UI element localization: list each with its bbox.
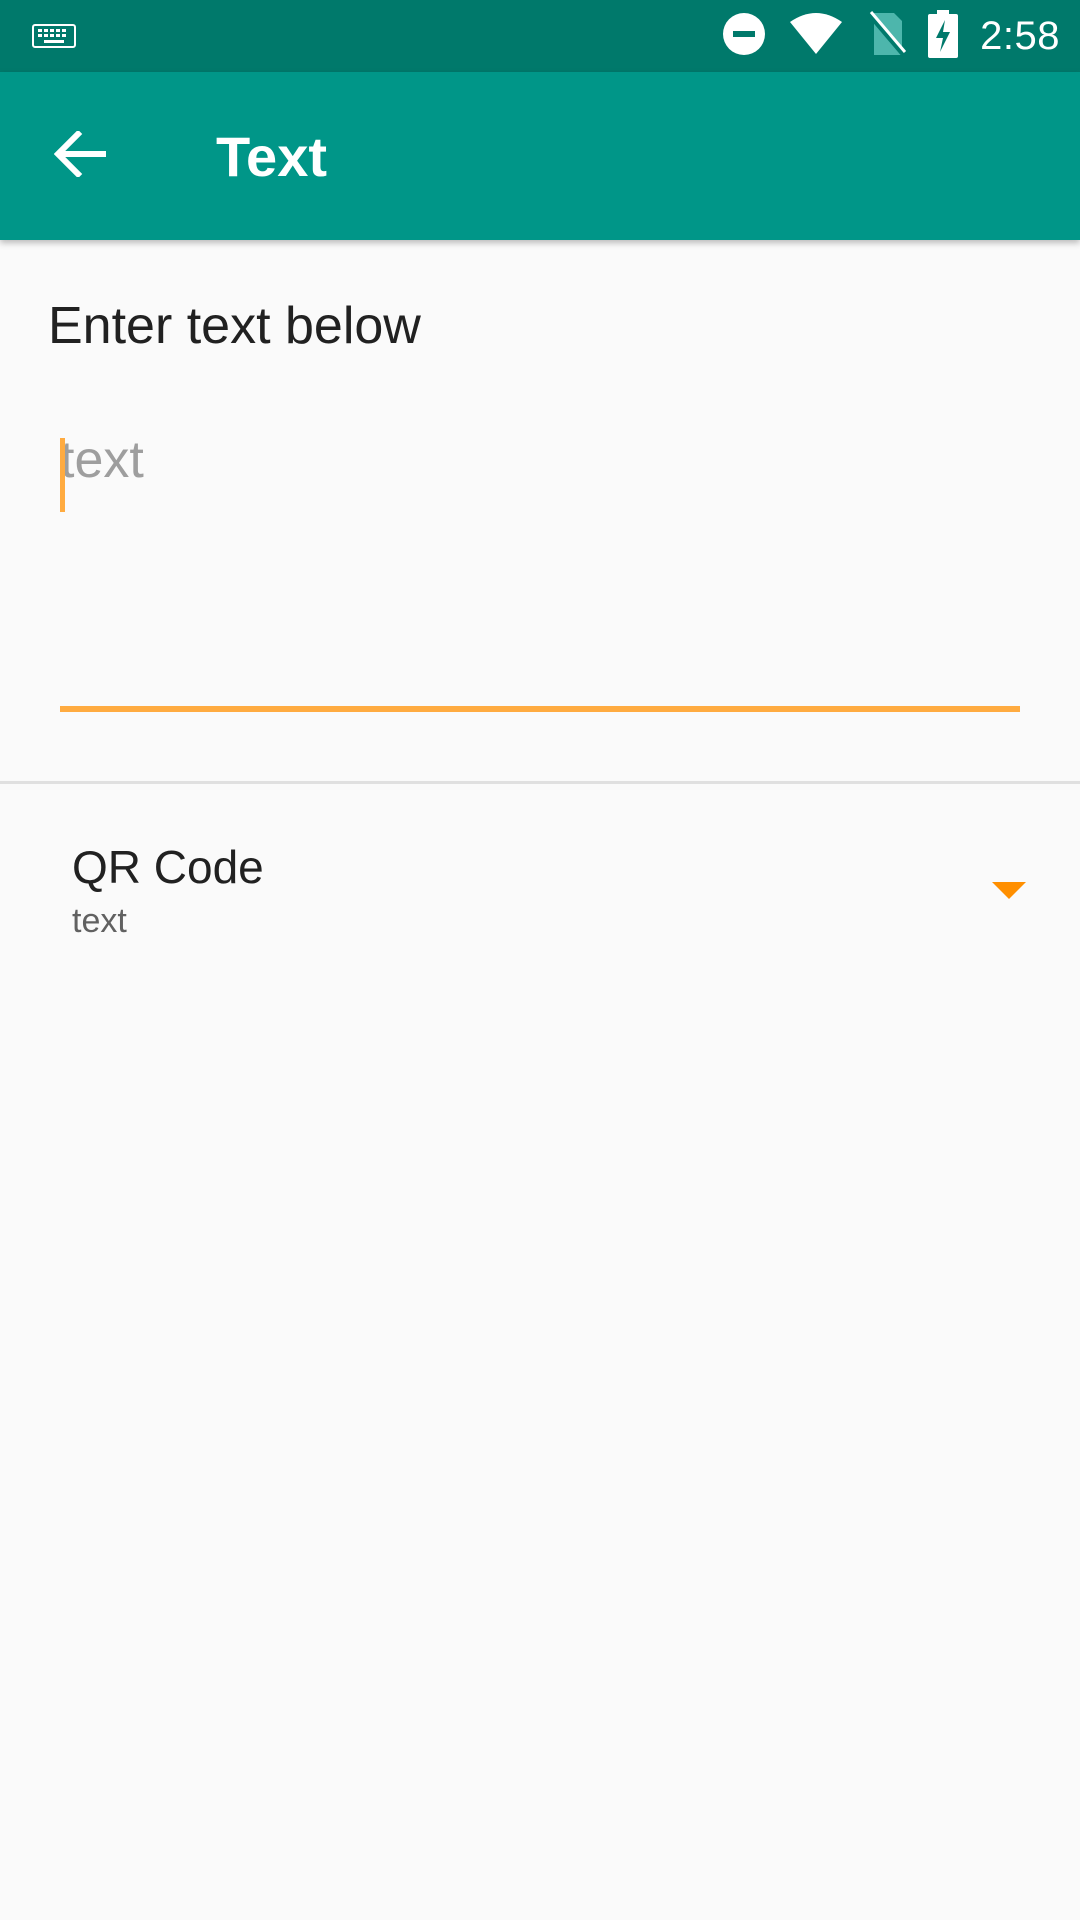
app-bar: Text: [0, 72, 1080, 240]
page-title: Text: [216, 125, 327, 188]
input-prompt-label: Enter text below: [48, 297, 421, 355]
divider: [0, 781, 1080, 784]
do-not-disturb-icon: [722, 12, 766, 61]
code-type-selector[interactable]: QR Code text: [0, 790, 1080, 970]
status-time: 2:58: [980, 13, 1060, 58]
keyboard-icon: [32, 22, 76, 55]
status-bar: 2:58: [0, 0, 1080, 72]
wifi-icon: [788, 12, 844, 61]
arrow-back-icon: [53, 129, 107, 182]
back-button[interactable]: [40, 116, 120, 196]
code-type-value: text: [72, 902, 127, 940]
text-input[interactable]: [60, 430, 1020, 700]
dropdown-arrow-icon[interactable]: [992, 882, 1026, 905]
no-sim-icon: [866, 10, 907, 62]
text-input-underline: [60, 706, 1020, 712]
code-type-label: QR Code: [72, 841, 264, 893]
text-cursor: [60, 438, 65, 512]
text-input-container: [60, 430, 1020, 712]
battery-charging-icon: [928, 9, 959, 63]
